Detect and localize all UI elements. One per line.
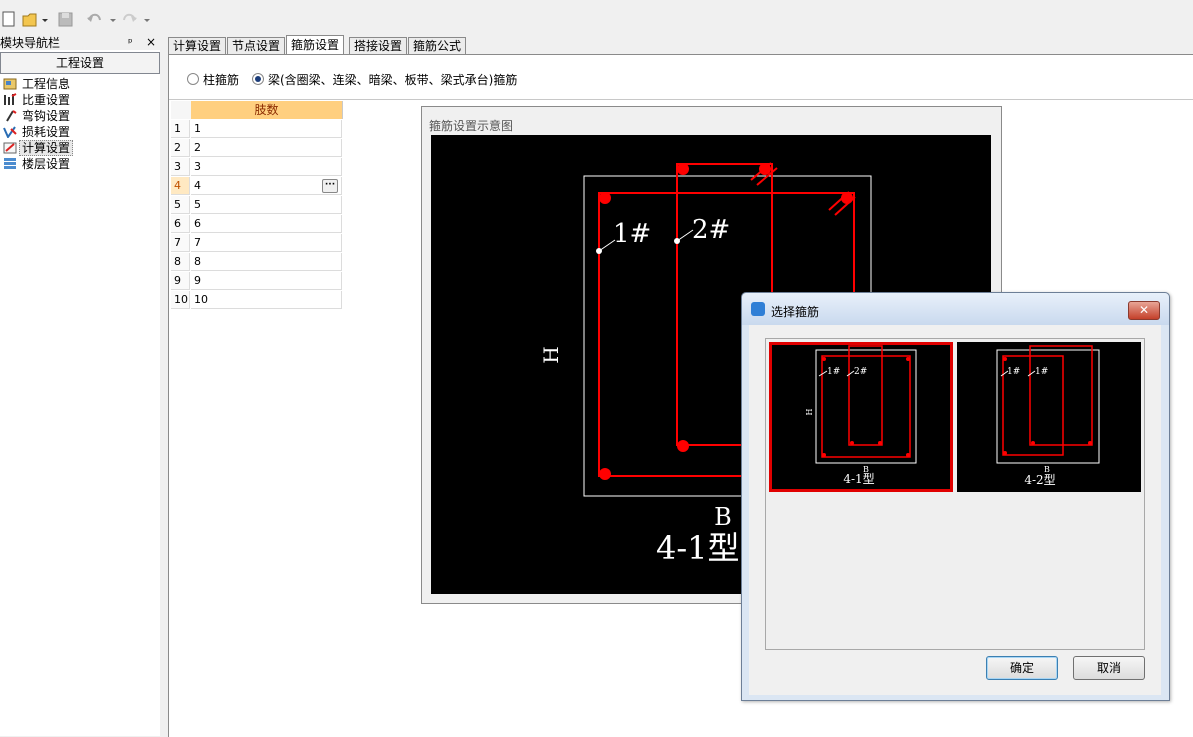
project-info-icon	[3, 78, 17, 90]
table-row[interactable]: 22	[171, 139, 344, 158]
label-1: 1#	[1007, 367, 1020, 377]
stirrup-thumb-4-2: 1# 1# B 4-2型	[996, 345, 1100, 487]
pin-icon[interactable]: ᵖ	[128, 36, 133, 50]
column-header-legs[interactable]: 肢数	[191, 101, 343, 119]
undo-icon[interactable]	[86, 10, 120, 28]
nav-item-loss[interactable]: 损耗设置	[0, 124, 158, 140]
dialog-titlebar[interactable]: 选择箍筋 ✕	[742, 293, 1169, 325]
nav-titlebar: 模块导航栏 ᵖ ×	[0, 35, 160, 50]
rebar-dot	[599, 192, 611, 204]
module-nav-panel: 模块导航栏 ᵖ × 工程设置 工程信息 比重设置 弯钩设置 损耗设置 计算设置 …	[0, 35, 161, 736]
floor-icon	[4, 158, 16, 169]
tab-node-settings[interactable]: 节点设置	[227, 37, 286, 55]
select-stirrup-dialog: 选择箍筋 ✕ 1# 2# H B 4-1型 1# 1# B 4-2型 确定 取消	[741, 292, 1170, 701]
nav-item-hook[interactable]: 弯钩设置	[0, 108, 158, 124]
ok-button[interactable]: 确定	[986, 656, 1058, 680]
open-icon[interactable]	[22, 10, 50, 28]
rebar-dot	[599, 468, 611, 480]
grid-corner	[171, 101, 192, 119]
table-row[interactable]: 88	[171, 253, 344, 272]
label-h: H	[539, 346, 563, 363]
radio-indicator	[252, 73, 264, 85]
label-h: H	[805, 408, 814, 415]
cancel-button[interactable]: 取消	[1073, 656, 1145, 680]
density-icon	[4, 93, 17, 105]
nav-section-header[interactable]: 工程设置	[0, 52, 160, 74]
stirrup-type-list: 1# 2# H B 4-1型 1# 1# B 4-2型	[765, 338, 1145, 650]
table-row-current[interactable]: 4 4 ···	[171, 177, 344, 196]
tab-stirrup-formula[interactable]: 箍筋公式	[408, 37, 467, 55]
label-1: 1#	[613, 219, 651, 249]
close-button[interactable]: ✕	[1128, 301, 1160, 320]
table-row[interactable]: 99	[171, 272, 344, 291]
label-1: 1#	[827, 367, 840, 377]
stirrup-thumb-4-1: 1# 2# H B 4-1型	[805, 345, 917, 486]
nav-title: 模块导航栏	[0, 36, 61, 50]
dialog-body: 1# 2# H B 4-1型 1# 1# B 4-2型 确定 取消	[749, 325, 1161, 695]
nav-item-density[interactable]: 比重设置	[0, 92, 158, 108]
dialog-title: 选择箍筋	[771, 305, 820, 319]
stirrup-option-4-1[interactable]: 1# 2# H B 4-1型	[769, 342, 953, 492]
preview-title: 箍筋设置示意图	[429, 119, 514, 133]
ellipsis-button[interactable]: ···	[322, 179, 338, 193]
type-label: 4-2型	[1024, 473, 1055, 487]
nav-item-calc-settings[interactable]: 计算设置	[0, 140, 158, 156]
nav-splitter[interactable]	[160, 36, 168, 736]
leader-dot	[674, 238, 680, 244]
tab-stirrup-settings[interactable]: 箍筋设置	[286, 35, 345, 55]
table-row[interactable]: 11	[171, 120, 344, 139]
table-row[interactable]: 55	[171, 196, 344, 215]
table-row[interactable]: 33	[171, 158, 344, 177]
leader-dot	[596, 248, 602, 254]
tab-lap-settings[interactable]: 搭接设置	[349, 37, 408, 55]
hook-icon	[6, 110, 17, 122]
tab-calc-settings[interactable]: 计算设置	[168, 37, 227, 55]
table-row[interactable]: 77	[171, 234, 344, 253]
rebar-dot	[677, 163, 689, 175]
radio-beam-stirrup[interactable]: 梁(含圈梁、连梁、暗梁、板带、梁式承台)箍筋	[252, 71, 517, 88]
app-icon	[751, 302, 765, 316]
separator	[169, 99, 1193, 100]
nav-item-floor[interactable]: 楼层设置	[0, 156, 158, 172]
table-row[interactable]: 10 10	[171, 291, 344, 310]
rebar-dot	[677, 440, 689, 452]
redo-icon[interactable]	[120, 10, 154, 28]
label-2: 2#	[854, 367, 867, 377]
loss-icon	[3, 126, 17, 138]
label-b: B	[714, 503, 732, 531]
label-2: 2#	[692, 215, 730, 245]
new-icon[interactable]	[2, 10, 16, 28]
close-icon[interactable]: ×	[146, 35, 156, 49]
save-icon[interactable]	[58, 10, 74, 28]
radio-indicator	[187, 73, 199, 85]
type-label: 4-1型	[656, 529, 740, 567]
nav-list: 工程信息 比重设置 弯钩设置 损耗设置 计算设置 楼层设置	[0, 76, 158, 172]
radio-column-stirrup[interactable]: 柱箍筋	[187, 71, 239, 88]
toolbar	[0, 0, 1193, 36]
table-row[interactable]: 66	[171, 215, 344, 234]
type-label: 4-1型	[843, 472, 874, 486]
calc-icon	[3, 142, 17, 154]
stirrup-option-4-2[interactable]: 1# 1# B 4-2型	[957, 342, 1141, 492]
nav-item-project-info[interactable]: 工程信息	[0, 76, 158, 92]
label-2: 1#	[1035, 367, 1048, 377]
